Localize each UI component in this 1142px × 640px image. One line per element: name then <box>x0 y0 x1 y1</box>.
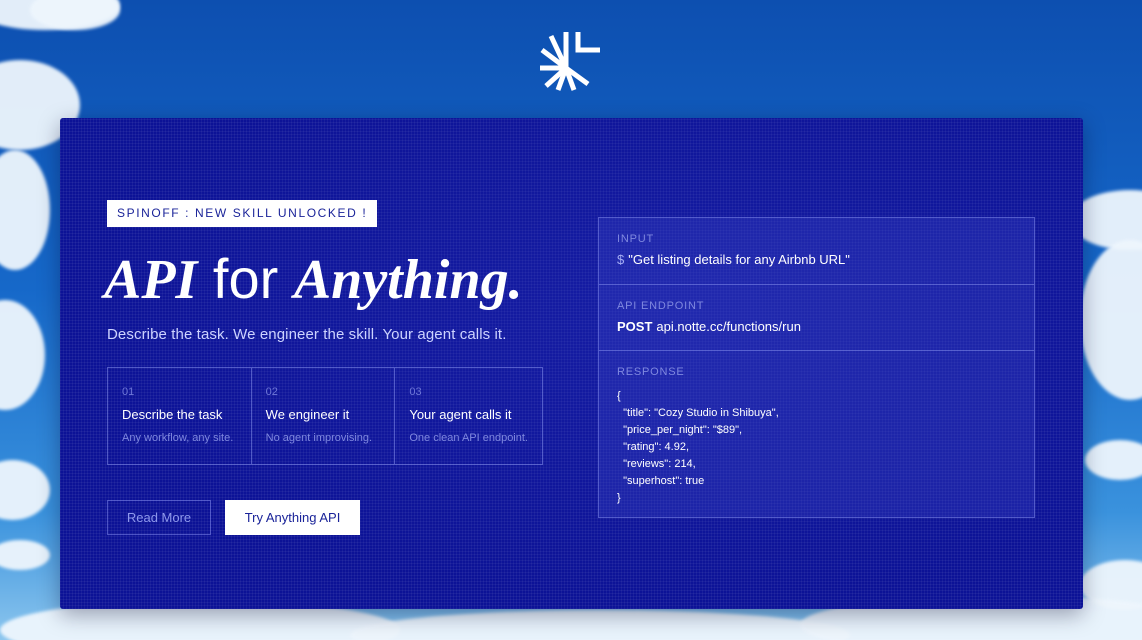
page-title: API for Anything. <box>104 246 523 313</box>
step-engineer: 02 We engineer it No agent improvising. <box>252 368 396 464</box>
headline-api: API <box>104 249 198 311</box>
step-description: No agent improvising. <box>265 432 373 444</box>
hero-card: SPINOFF : NEW SKILL UNLOCKED ! API for A… <box>60 118 1083 609</box>
input-value-row: $ "Get listing details for any Airbnb URL… <box>617 252 1016 267</box>
steps-grid: 01 Describe the task Any workflow, any s… <box>107 367 543 465</box>
input-value: "Get listing details for any Airbnb URL" <box>628 252 850 267</box>
prompt-symbol: $ <box>617 252 625 267</box>
spinoff-starburst-logo-icon[interactable] <box>538 28 602 92</box>
step-agent-calls: 03 Your agent calls it One clean API end… <box>395 368 542 464</box>
api-example-panel: INPUT $ "Get listing details for any Airb… <box>598 217 1035 518</box>
step-number: 01 <box>122 386 135 398</box>
http-method: POST <box>617 319 653 334</box>
headline-anything: Anything. <box>293 249 523 311</box>
input-label: INPUT <box>617 233 654 245</box>
input-section: INPUT $ "Get listing details for any Airb… <box>599 218 1034 285</box>
hero-subtitle: Describe the task. We engineer the skill… <box>107 326 507 343</box>
step-title: Describe the task <box>122 407 223 422</box>
response-json: { "title": "Cozy Studio in Shibuya", "pr… <box>617 390 779 504</box>
step-number: 02 <box>265 386 278 398</box>
response-label: RESPONSE <box>617 366 685 378</box>
headline-for: for <box>197 247 294 310</box>
try-anything-api-button[interactable]: Try Anything API <box>225 500 360 535</box>
step-description: Any workflow, any site. <box>122 432 234 444</box>
step-title: We engineer it <box>265 407 350 422</box>
step-description: One clean API endpoint. <box>409 432 528 444</box>
endpoint-section: API ENDPOINT POST api.notte.cc/functions/… <box>599 285 1034 351</box>
new-skill-badge: SPINOFF : NEW SKILL UNLOCKED ! <box>107 200 378 227</box>
endpoint-url: api.notte.cc/functions/run <box>656 319 801 334</box>
response-section: RESPONSE { "title": "Cozy Studio in Shib… <box>599 351 1034 517</box>
read-more-button[interactable]: Read More <box>107 500 211 535</box>
endpoint-label: API ENDPOINT <box>617 300 705 312</box>
step-number: 03 <box>409 386 422 398</box>
endpoint-value-row: POST api.notte.cc/functions/run <box>617 319 1016 334</box>
step-title: Your agent calls it <box>409 407 512 422</box>
step-describe: 01 Describe the task Any workflow, any s… <box>108 368 252 464</box>
